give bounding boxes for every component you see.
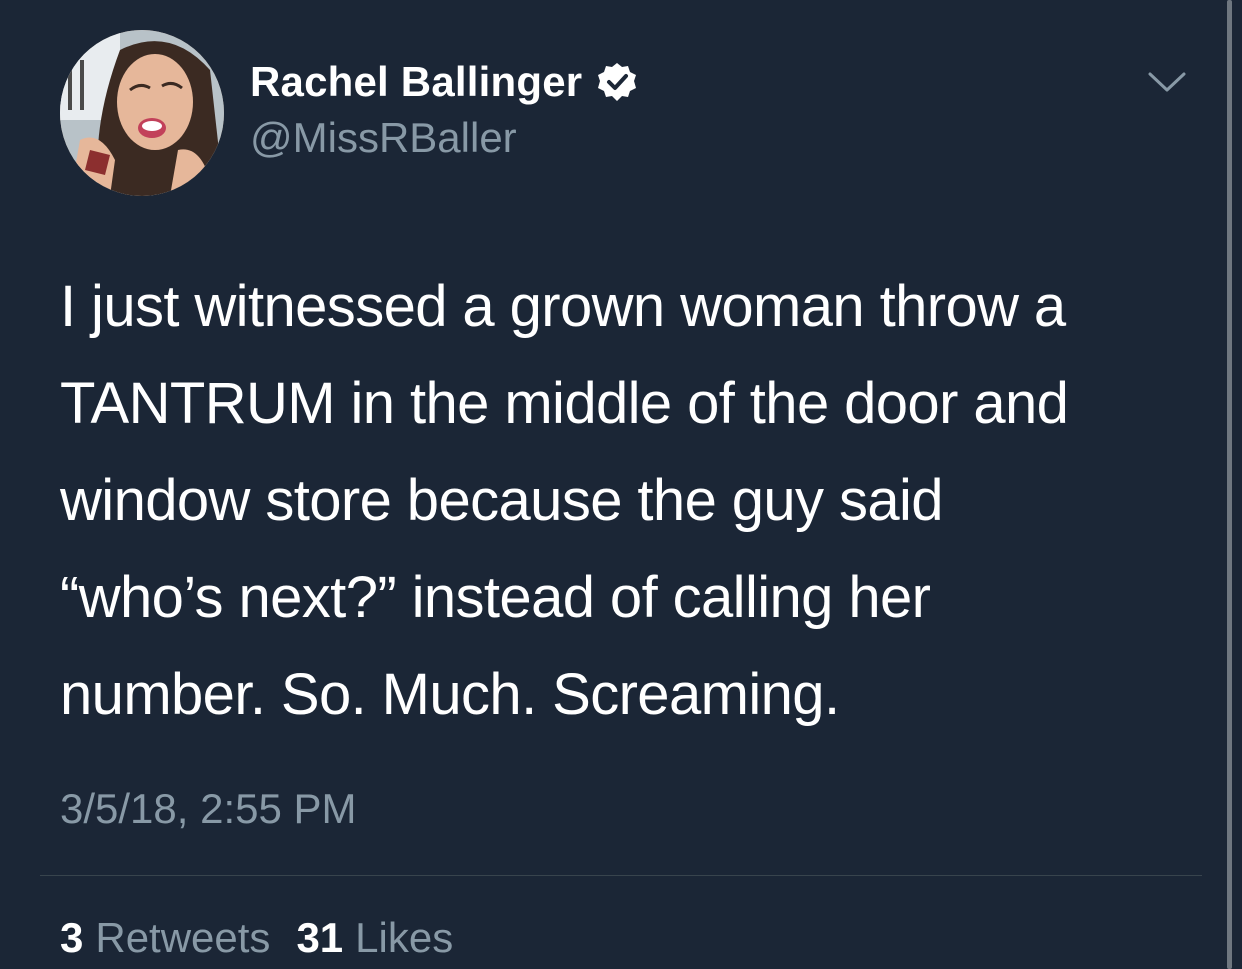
avatar[interactable] — [60, 30, 224, 196]
scrollbar[interactable] — [1227, 0, 1232, 969]
retweets-label[interactable]: Retweets — [95, 914, 270, 962]
author-name-row[interactable]: Rachel Ballinger — [250, 56, 638, 108]
divider — [40, 875, 1202, 876]
tweet-text: I just witnessed a grown woman throw a T… — [60, 274, 1069, 727]
likes-count[interactable]: 31 — [296, 914, 343, 962]
author-display-name[interactable]: Rachel Ballinger — [250, 58, 582, 106]
author-handle[interactable]: @MissRBaller — [250, 114, 517, 162]
likes-label[interactable]: Likes — [355, 914, 453, 962]
tweet-detail-page: Rachel Ballinger @MissRBaller I just wit… — [0, 0, 1242, 969]
chevron-down-icon[interactable] — [1146, 68, 1188, 96]
verified-badge-icon — [598, 63, 637, 101]
engagement-stats: 3 Retweets 31 Likes — [60, 914, 479, 962]
retweets-count[interactable]: 3 — [60, 914, 83, 962]
tweet-timestamp[interactable]: 3/5/18, 2:55 PM — [60, 785, 357, 833]
